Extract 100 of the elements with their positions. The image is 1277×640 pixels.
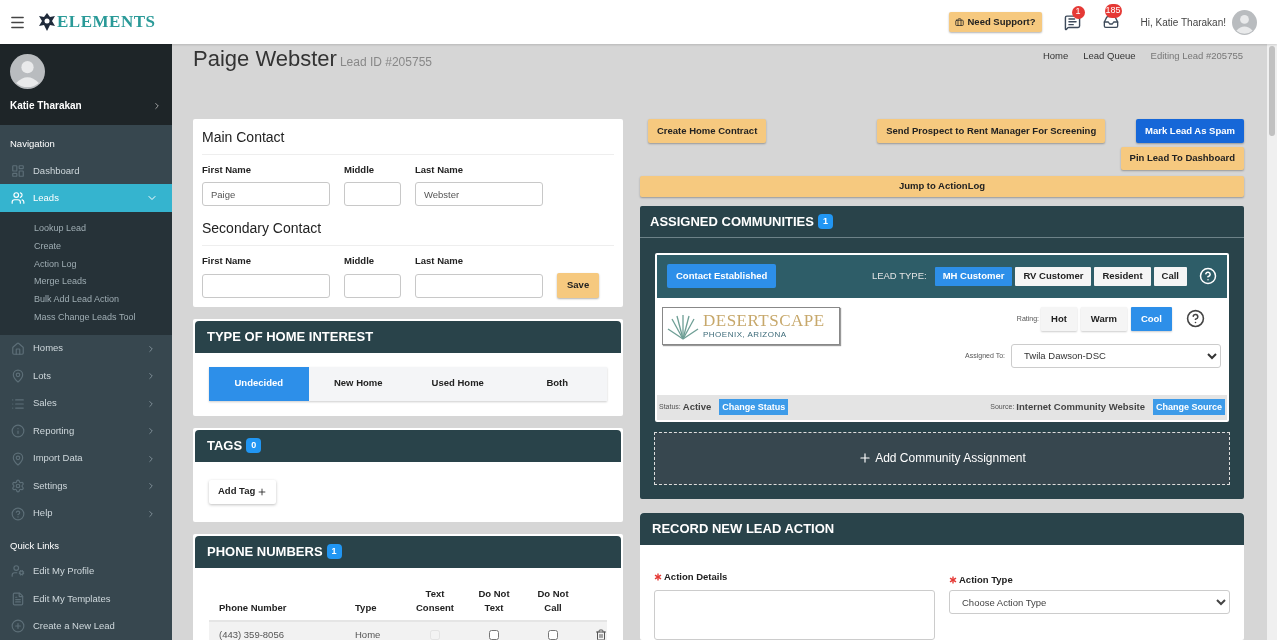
logo-place: PHOENIX, ARIZONA: [703, 331, 788, 340]
rating-option[interactable]: Hot: [1041, 306, 1077, 331]
dashboard-icon: [11, 163, 25, 178]
greeting-text: Hi, Katie Tharakan!: [1140, 15, 1226, 30]
last-name-field[interactable]: [415, 273, 543, 298]
interest-option[interactable]: Both: [507, 366, 607, 401]
nav-item[interactable]: Dashboard: [0, 156, 172, 185]
profile-avatar: [10, 54, 45, 89]
logo-text: ELEMENTS: [57, 11, 156, 34]
create-contract-button[interactable]: Create Home Contract: [648, 119, 767, 143]
logo-name: DESERTSCAPE: [703, 312, 825, 330]
count-badge: 1: [817, 213, 833, 229]
briefcase-icon: [955, 17, 965, 27]
panel-title: RECORD NEW LEAD ACTION: [652, 520, 835, 538]
nav-label: Dashboard: [33, 163, 81, 178]
nav-label: Leads: [33, 191, 60, 206]
breadcrumb[interactable]: Home: [1042, 49, 1069, 64]
column-header: Do Not Text: [477, 587, 511, 616]
nav-label: Homes: [33, 341, 65, 356]
jump-actionlog-button[interactable]: Jump to ActionLog: [640, 175, 1244, 197]
send-prospect-button[interactable]: Send Prospect to Rent Manager For Screening: [877, 119, 1106, 143]
nav-label: Lots: [33, 368, 52, 383]
submenu-item[interactable]: Mass Change Leads Tool: [0, 308, 172, 327]
users-icon: [11, 191, 25, 206]
checkbox[interactable]: [548, 630, 558, 640]
quick-links-heading: Quick Links: [9, 539, 61, 554]
add-tag-button[interactable]: Add Tag: [209, 479, 277, 504]
field-label: First Name: [202, 163, 253, 177]
plus-circle-icon: [11, 619, 25, 634]
mark-spam-button[interactable]: Mark Lead As Spam: [1136, 119, 1244, 143]
field-label: Middle: [344, 163, 376, 177]
field-label: Action Details: [664, 569, 728, 584]
nav-item[interactable]: Sales: [0, 389, 172, 418]
rating-option[interactable]: Warm: [1080, 306, 1127, 331]
quick-link[interactable]: Edit My Templates: [0, 585, 172, 613]
checkbox[interactable]: [489, 630, 499, 640]
column-header: Phone Number: [218, 601, 288, 616]
action-details-field[interactable]: [654, 590, 935, 640]
nav-item[interactable]: Reporting: [0, 417, 172, 445]
submenu-item[interactable]: Bulk Add Lead Action: [0, 291, 172, 309]
count-badge: 1: [326, 543, 342, 560]
inbox-icon[interactable]: [1102, 14, 1119, 30]
plus-icon: [858, 451, 873, 466]
notification-badge: 1: [1071, 5, 1085, 19]
save-button[interactable]: Save: [557, 272, 600, 298]
lead-type-option[interactable]: Resident: [1094, 266, 1151, 286]
quick-link[interactable]: Create a New Lead: [0, 612, 172, 640]
column-header: Text Consent: [415, 587, 455, 616]
pin-lead-button[interactable]: Pin Lead To Dashboard: [1120, 146, 1244, 170]
panel-title: TYPE OF HOME INTEREST: [207, 327, 374, 346]
panel-title: PHONE NUMBERS: [207, 542, 323, 561]
support-button[interactable]: Need Support?: [949, 12, 1042, 32]
nav-item[interactable]: Lots: [0, 362, 172, 390]
middle-name-field[interactable]: [344, 273, 401, 298]
document-icon: [11, 591, 25, 606]
info-icon: [11, 424, 25, 438]
interest-option[interactable]: Used Home: [408, 366, 508, 401]
required-icon: [949, 575, 957, 584]
first-name-field[interactable]: [202, 273, 330, 298]
section-title: Main Contact: [202, 127, 614, 155]
field-label: First Name: [202, 254, 253, 269]
required-icon: [654, 572, 662, 581]
column-header: Do Not Call: [536, 587, 570, 616]
count-badge: 0: [246, 437, 262, 454]
nav-label: Import Data: [33, 451, 84, 466]
nav-item[interactable]: Import Data: [0, 444, 172, 473]
breadcrumb[interactable]: Lead Queue: [1083, 49, 1136, 64]
messages-icon[interactable]: [1063, 13, 1081, 31]
panel-title: TAGS: [207, 436, 243, 455]
nav-item[interactable]: Homes: [0, 334, 172, 363]
assigned-to-select[interactable]: Twila Dawson-DSC: [1011, 343, 1221, 368]
submenu-item[interactable]: Action Log: [0, 255, 172, 274]
middle-name-field[interactable]: [344, 182, 401, 207]
source-value: Internet Community Website: [1016, 400, 1145, 415]
quick-link[interactable]: Edit My Profile: [0, 557, 172, 585]
lead-type-option[interactable]: Call: [1153, 266, 1187, 286]
section-title: Secondary Contact: [202, 218, 614, 247]
submenu-item[interactable]: Merge Leads: [0, 273, 172, 292]
page-subtitle: Lead ID #205755: [339, 54, 432, 71]
profile-name[interactable]: Katie Tharakan: [10, 98, 82, 113]
add-assignment-button[interactable]: Add Community Assignment: [654, 431, 1230, 485]
delete-icon[interactable]: [595, 629, 607, 640]
first-name-field[interactable]: Paige: [202, 182, 330, 207]
nav-label: Sales: [33, 396, 58, 411]
list-icon: [11, 396, 25, 411]
column-header: Type: [355, 601, 378, 616]
submenu-item[interactable]: Create: [0, 237, 172, 256]
scrollbar[interactable]: [1267, 44, 1277, 640]
lead-type-label: LEAD TYPE:: [871, 269, 927, 284]
action-type-select[interactable]: Choose Action Type: [949, 590, 1230, 614]
lead-type-option[interactable]: RV Customer: [1015, 266, 1092, 286]
nav-item[interactable]: Help: [0, 499, 172, 528]
last-name-field[interactable]: Webster: [415, 182, 543, 207]
submenu-item[interactable]: Lookup Lead: [0, 219, 172, 238]
nav-item[interactable]: Settings: [0, 472, 172, 500]
user-avatar: [1232, 9, 1257, 35]
interest-option[interactable]: New Home: [308, 366, 408, 401]
field-label: Last Name: [415, 254, 465, 269]
chevron-right-icon[interactable]: [152, 100, 162, 111]
help-icon[interactable]: [1186, 309, 1205, 329]
